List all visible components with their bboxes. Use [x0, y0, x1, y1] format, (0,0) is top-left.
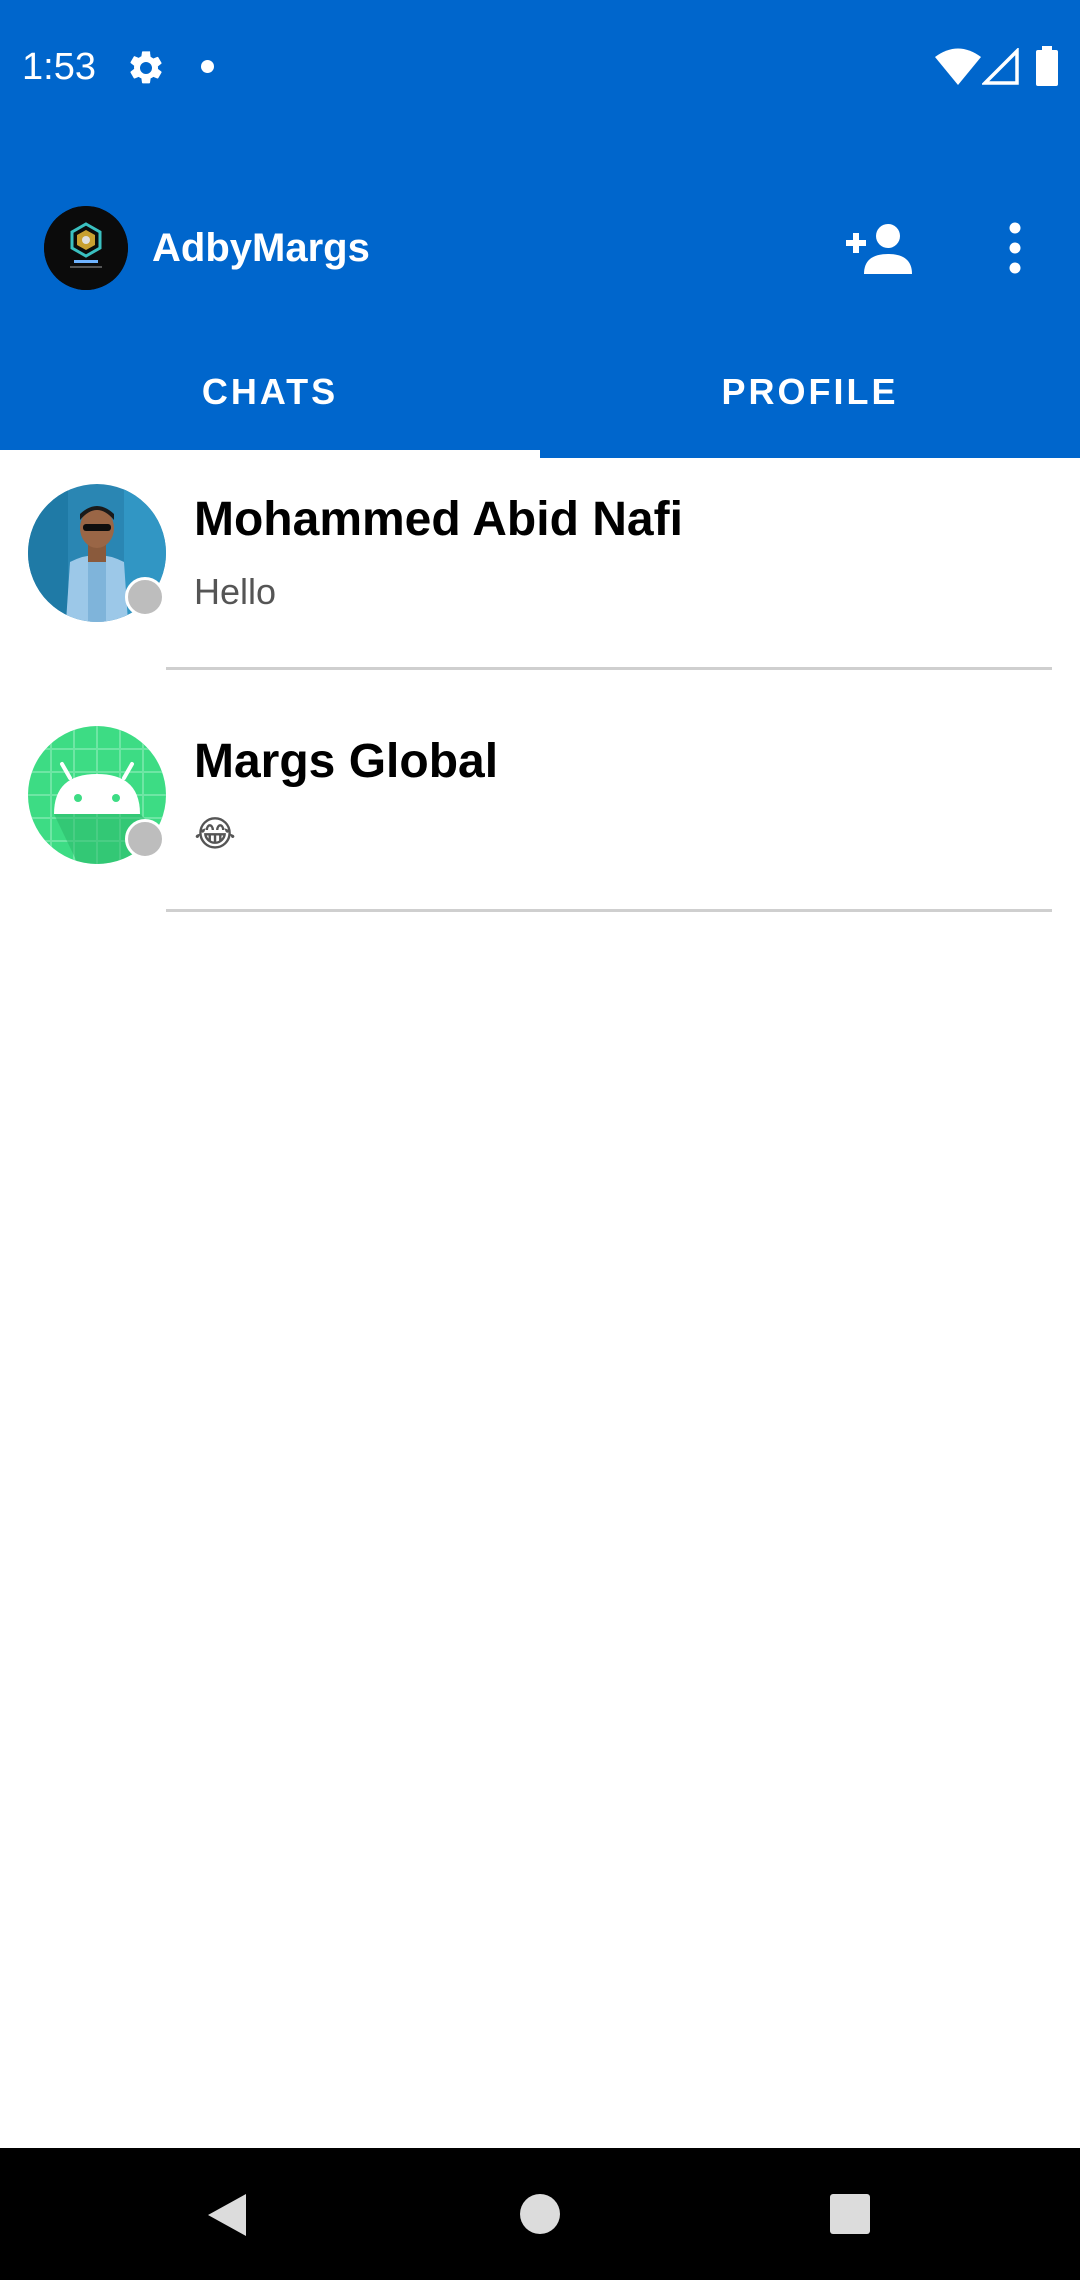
app-title: AdbyMargs	[152, 226, 370, 270]
tab-indicator	[0, 450, 540, 458]
divider	[166, 909, 1052, 912]
status-time: 1:53	[22, 46, 96, 88]
presence-indicator	[125, 577, 165, 617]
chat-name: Margs Global	[194, 735, 499, 788]
tab-chats[interactable]: CHATS	[0, 366, 540, 418]
settings-icon	[130, 51, 162, 84]
overflow-menu-icon[interactable]	[1000, 222, 1030, 274]
back-icon[interactable]	[206, 2192, 248, 2238]
add-person-icon[interactable]	[846, 222, 912, 274]
home-icon[interactable]	[520, 2194, 560, 2234]
presence-indicator	[125, 819, 165, 859]
app-logo	[44, 206, 128, 290]
chat-last-message: 😂	[194, 813, 237, 854]
chat-list-item[interactable]: Margs Global 😂	[0, 700, 1080, 942]
divider	[166, 667, 1052, 670]
chat-list-item[interactable]: Mohammed Abid Nafi Hello	[0, 458, 1080, 700]
recents-icon[interactable]	[830, 2194, 870, 2234]
chat-last-message: Hello	[194, 571, 277, 612]
notification-dot-icon	[201, 60, 214, 73]
battery-icon	[1036, 46, 1058, 86]
signal-icon	[982, 48, 1019, 85]
tab-profile[interactable]: PROFILE	[540, 366, 1080, 418]
chat-name: Mohammed Abid Nafi	[194, 493, 683, 546]
wifi-icon	[935, 48, 981, 85]
app-bar: 1:53 AdbyMargs CHATS PROFILE	[0, 0, 1080, 458]
